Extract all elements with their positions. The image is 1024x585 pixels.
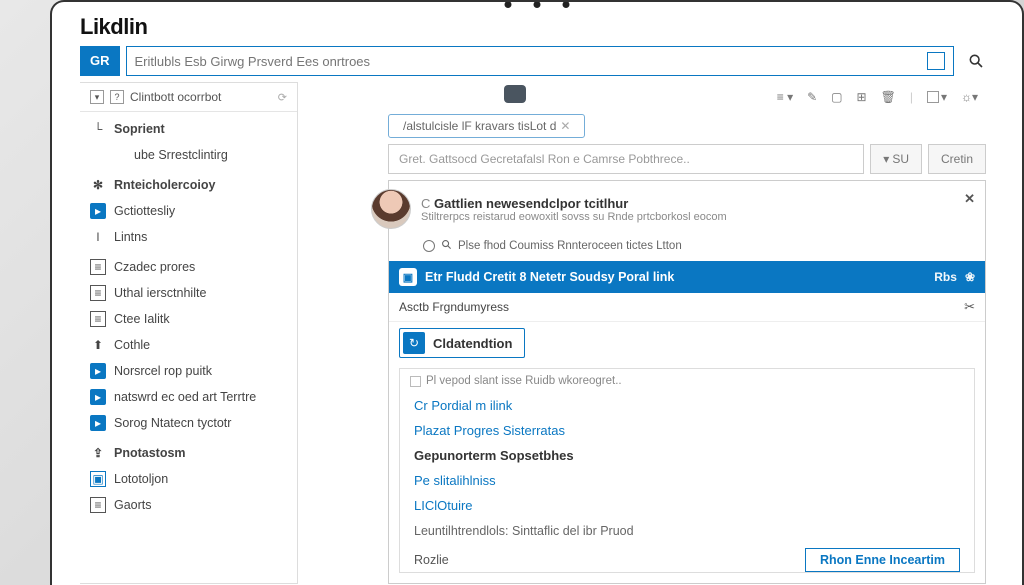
sub-header: Asctb Frgndumyress ✂ (389, 293, 985, 322)
sidebar-item[interactable]: ≡Gaorts (80, 492, 297, 518)
app-logo: Likdlin (80, 14, 1022, 40)
section-action[interactable]: Rbs (934, 270, 957, 284)
sidebar-title: ▾ ? Clintbott ocorrbot ⟳ (80, 83, 297, 112)
toolbar-format-icon[interactable]: ⊞ (857, 90, 867, 104)
toolbar-delete-icon[interactable]: 🗑 (881, 90, 896, 104)
suggestions-desc: Leuntilhtrendlols: Sinttaflic del ibr Pr… (400, 518, 974, 542)
active-tab[interactable]: ↻ Cldatendtion (399, 328, 525, 358)
sidebar-item[interactable]: ▸Norsrcel rop puitk (80, 358, 297, 384)
primary-action-button[interactable]: Rhon Enne Inceartim (805, 548, 960, 572)
search-input-container[interactable] (126, 46, 955, 76)
tab-icon: ↻ (403, 332, 425, 354)
section-badge-icon: ▣ (399, 268, 417, 286)
person-subtitle: Stiltrerpcs reistarud eowoxitl sovss su … (421, 211, 727, 223)
sidebar-item[interactable]: ▣Lototoljon (80, 466, 297, 492)
pin-icon (504, 85, 526, 103)
toolbar-more-icon[interactable]: ≡ ▾ (777, 90, 793, 104)
result-card: C Gattlien newesendclpor tcitlhur Stiltr… (388, 180, 986, 584)
suggestion-item[interactable]: Cr Pordial m ilink (400, 393, 974, 418)
sidebar: ▾ ? Clintbott ocorrbot ⟳ └Soprientube Sr… (80, 82, 298, 584)
sidebar-item[interactable]: ≡Ctee Ialitk (80, 306, 297, 332)
toolbar-card-icon[interactable]: ▾ (927, 90, 947, 104)
suggestion-item[interactable]: LIClOtuire (400, 493, 974, 518)
toolbar-edit-icon[interactable]: ✎ (807, 90, 817, 104)
settings-icon[interactable]: ✂ (964, 299, 975, 315)
suggestions-title: Pl vepod slant isse Ruidb wkoreogret.. (400, 369, 974, 393)
sidebar-item[interactable]: ▸natswrd ec oed art Terrtre (80, 384, 297, 410)
sidebar-item[interactable]: ≡Uthal iersctnhilte (80, 280, 297, 306)
close-icon[interactable]: ✕ (964, 191, 975, 207)
search-small-icon (441, 239, 452, 253)
sidebar-item[interactable]: ▸Sorog Ntatecn tyctotr (80, 410, 297, 436)
search-input[interactable] (135, 54, 922, 69)
sidebar-item[interactable]: └Soprient (80, 116, 297, 142)
main-panel: ≡ ▾ ✎ ▢ ⊞ 🗑 | ▾ ☼▾ /alstulcisle lF krava… (298, 82, 1022, 584)
search-icon[interactable] (960, 46, 992, 76)
sidebar-item[interactable]: ⬆Cothle (80, 332, 297, 358)
sidebar-item[interactable]: lLintns (80, 224, 297, 250)
sidebar-item[interactable]: ▸Gctiottesliy (80, 198, 297, 224)
toolbar-open-icon[interactable]: ▢ (831, 90, 842, 104)
cretin-button[interactable]: Cretin (928, 144, 986, 174)
search-filter-icon[interactable] (927, 52, 945, 70)
search-prefix-badge[interactable]: GR (80, 46, 120, 76)
sidebar-item[interactable]: ⇪Pnotastosm (80, 440, 297, 466)
meta-row: Plse fhod Coumiss Rnnteroceen tictes Ltt… (389, 235, 985, 261)
footer-left[interactable]: Rozlie (414, 553, 449, 567)
suggestion-item[interactable]: Gepunorterm Sopsetbhes (400, 443, 974, 468)
sidebar-item[interactable]: ✻Rnteicholercoioy (80, 172, 297, 198)
section-header[interactable]: ▣ Etr Fludd Cretit 8 Netetr Soudsy Poral… (389, 261, 985, 293)
compose-input[interactable]: Gret. Gattsocd Gecretafalsl Ron e Camrse… (388, 144, 864, 174)
person-name[interactable]: C Gattlien newesendclpor tcitlhur (421, 196, 727, 211)
sidebar-item[interactable]: ≡Czadec prores (80, 254, 297, 280)
suggestions-box: Pl vepod slant isse Ruidb wkoreogret.. C… (399, 368, 975, 573)
sidebar-item[interactable]: ube Srrestclintirg (80, 142, 297, 168)
suggestion-item[interactable]: Pe slitalihlniss (400, 468, 974, 493)
toolbar-sun-icon[interactable]: ☼▾ (961, 90, 978, 104)
su-button[interactable]: ▾ SU (870, 144, 922, 174)
suggestion-item[interactable]: Plazat Progres Sisterratas (400, 418, 974, 443)
section-link-icon[interactable]: ❀ (965, 270, 975, 284)
avatar (371, 189, 411, 229)
toolbar: ≡ ▾ ✎ ▢ ⊞ 🗑 | ▾ ☼▾ (298, 82, 986, 112)
breadcrumb-chip[interactable]: /alstulcisle lF kravars tisLot d✕ (388, 114, 585, 138)
radio-icon (423, 240, 435, 252)
